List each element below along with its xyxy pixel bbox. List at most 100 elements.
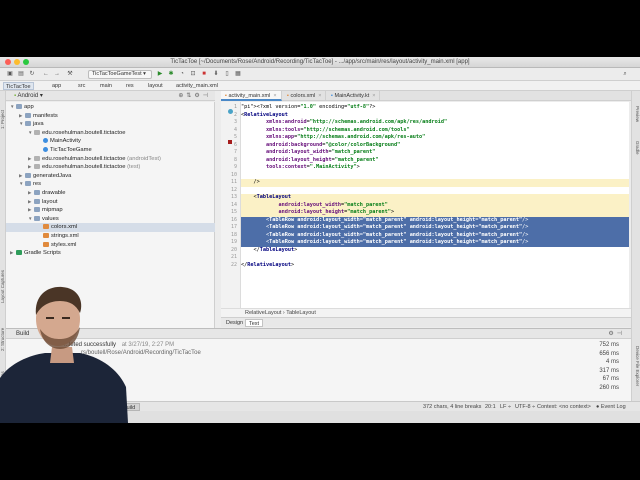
line-number: 14 — [230, 201, 237, 208]
right-tool-strip: Preview Gradle Device File Explorer — [631, 91, 640, 411]
breadcrumb-item[interactable]: res — [124, 82, 136, 90]
close-tab-icon[interactable]: × — [372, 93, 375, 99]
tree-item[interactable]: ▼ app — [6, 103, 215, 112]
tree-item[interactable]: ▶ Gradle Scripts — [6, 249, 215, 258]
code-line[interactable]: </TableLayout> — [241, 247, 629, 255]
code-line[interactable]: xmlns:android="http://schemas.android.co… — [241, 119, 629, 127]
code-line[interactable] — [241, 172, 629, 180]
tab-design[interactable]: Design — [223, 319, 246, 327]
tree-item[interactable]: styles.xml — [6, 241, 215, 250]
code-line[interactable]: android:layout_width="match_parent" — [241, 149, 629, 157]
hide-icon[interactable]: ⊣ — [617, 331, 625, 337]
line-separator[interactable]: LF ÷ — [500, 403, 511, 411]
code-line[interactable]: android:layout_height="match_parent"> — [241, 209, 629, 217]
tree-item-label: strings.xml — [51, 233, 79, 239]
file-encoding[interactable]: UTF-8 ÷ — [515, 403, 535, 411]
tree-item[interactable]: MainActivity — [6, 137, 215, 146]
tab-text[interactable]: Text — [245, 319, 264, 327]
profile-icon[interactable]: ◔ — [178, 70, 186, 79]
debug-icon[interactable]: ✱ — [167, 70, 175, 79]
tree-item[interactable]: ▼ values — [6, 215, 215, 224]
back-arrow-icon[interactable]: ← — [42, 70, 50, 79]
code-line[interactable]: <TableLayout — [241, 194, 629, 202]
stop-icon[interactable]: ■ — [200, 70, 208, 79]
tree-item[interactable]: ▶ generatedJava — [6, 172, 215, 181]
gear-icon[interactable]: ⚙ — [194, 93, 202, 99]
tree-item[interactable]: ▶ mipmap — [6, 206, 215, 215]
code-line[interactable]: /> — [241, 179, 629, 187]
tab-mainactivity-kt[interactable]: ▪ MainActivity.kt × — [327, 91, 381, 101]
code-line[interactable]: <TableRow android:layout_width="match_pa… — [241, 216, 629, 224]
breadcrumb-item[interactable]: TicTacToe — [3, 82, 34, 90]
tree-item[interactable]: ▶ manifests — [6, 112, 215, 121]
sync-icon[interactable]: ↻ — [28, 70, 36, 79]
breadcrumb-item[interactable]: src — [76, 82, 87, 90]
tree-item[interactable]: colors.xml — [6, 223, 215, 232]
tree-item[interactable]: TicTacToeGame — [6, 146, 215, 155]
close-tab-icon[interactable]: × — [318, 93, 321, 99]
design-text-tabs: Design Text — [221, 317, 631, 327]
sdk-manager-icon[interactable]: ⬇ — [212, 70, 220, 79]
code-line[interactable]: <TableRow android:layout_width="match_pa… — [241, 224, 629, 232]
line-number: 12 — [230, 186, 237, 193]
code-line[interactable]: android:background="@color/colorBackgrou… — [241, 142, 629, 150]
code-line[interactable]: xmlns:tools="http://schemas.android.com/… — [241, 127, 629, 135]
hammer-icon[interactable]: ⚒ — [66, 70, 74, 79]
attach-debugger-icon[interactable]: ⊡ — [189, 70, 197, 79]
tree-item[interactable]: ▼ res — [6, 180, 215, 189]
tree-item[interactable]: strings.xml — [6, 232, 215, 241]
code-line[interactable]: </RelativeLayout> — [241, 262, 629, 270]
xml-breadcrumb-item[interactable]: RelativeLayout — [245, 310, 281, 316]
forward-arrow-icon[interactable]: → — [53, 70, 61, 79]
xml-breadcrumb-item[interactable]: TableLayout — [286, 310, 316, 316]
open-folder-icon[interactable]: ▣ — [6, 70, 14, 79]
breadcrumb-item[interactable]: layout — [146, 82, 165, 90]
code-line[interactable]: <TableRow android:layout_width="match_pa… — [241, 239, 629, 247]
title-bar: TicTacToe [~/Documents/Rose/Android/Reco… — [0, 57, 640, 68]
project-structure-icon[interactable]: ▦ — [234, 70, 242, 79]
code-line[interactable]: android:layout_height="match_parent" — [241, 157, 629, 165]
tree-item[interactable]: ▶ edu.rosehulman.boutell.tictactoe (andro… — [6, 155, 215, 164]
tab-activity-main-xml[interactable]: ▪ activity_main.xml × — [221, 91, 282, 101]
tool-tab-device-file-explorer[interactable]: Device File Explorer — [633, 331, 640, 401]
context-indicator[interactable]: Context: <no context> — [537, 403, 591, 411]
event-log-button[interactable]: ● Event Log — [596, 403, 626, 411]
code-line[interactable] — [241, 254, 629, 262]
code-line[interactable]: xmlns:app="http://schemas.android.com/ap… — [241, 134, 629, 142]
project-view-selector[interactable]: ▪ Android ▾ — [14, 92, 43, 100]
tree-item-label: app — [24, 104, 34, 110]
gear-icon[interactable]: ⚙ — [608, 331, 616, 337]
code-line[interactable] — [241, 187, 629, 195]
tree-item[interactable]: ▶ edu.rosehulman.boutell.tictactoe (test) — [6, 163, 215, 172]
project-view-label: Android — [17, 93, 39, 99]
close-tab-icon[interactable]: × — [273, 93, 276, 99]
code-line[interactable]: tools:context=".MainActivity"> — [241, 164, 629, 172]
breadcrumb-item[interactable]: app — [50, 82, 63, 90]
code-editor[interactable]: "pi"><?xml version="1.0" encoding="utf-8… — [241, 102, 629, 308]
code-line[interactable]: "pi"><?xml version="1.0" encoding="utf-8… — [241, 104, 629, 112]
build-tool-tab[interactable]: Build — [118, 403, 141, 411]
code-line[interactable]: android:layout_width="match_parent" — [241, 201, 629, 209]
code-line[interactable]: <TableRow android:layout_width="match_pa… — [241, 231, 629, 239]
caret-position[interactable]: 20:1 — [485, 403, 496, 411]
avd-manager-icon[interactable]: ▯ — [223, 70, 231, 79]
breadcrumb-item[interactable]: activity_main.xml — [174, 82, 220, 90]
run-icon[interactable]: ▶ — [156, 70, 164, 79]
tree-item[interactable]: ▶ drawable — [6, 189, 215, 198]
code-line[interactable]: <RelativeLayout — [241, 112, 629, 120]
build-status-row[interactable]: ...leted successfully at 3/27/19, 2:27 P… — [64, 341, 174, 349]
hide-icon[interactable]: ⊣ — [203, 93, 211, 99]
kotlin-file-icon: ▪ — [331, 93, 333, 99]
line-number: 22 — [230, 261, 237, 268]
search-everywhere-icon[interactable]: ⌕ — [620, 70, 630, 79]
breadcrumb-item[interactable]: main — [98, 82, 114, 90]
build-panel-actions: ⚙⊣ — [608, 330, 625, 337]
tab-colors-xml[interactable]: ▪ colors.xml × — [283, 91, 327, 101]
tree-item[interactable]: ▼ edu.rosehulman.boutell.tictactoe — [6, 129, 215, 138]
tree-item[interactable]: ▶ layout — [6, 198, 215, 207]
save-icon[interactable]: ▤ — [17, 70, 25, 79]
tool-tab-preview[interactable]: Preview — [633, 99, 640, 129]
run-configuration-select[interactable]: TicTacToeGameTest ▾ — [88, 70, 152, 79]
tool-tab-gradle[interactable]: Gradle — [633, 135, 640, 161]
tree-item[interactable]: ▼ java — [6, 120, 215, 129]
